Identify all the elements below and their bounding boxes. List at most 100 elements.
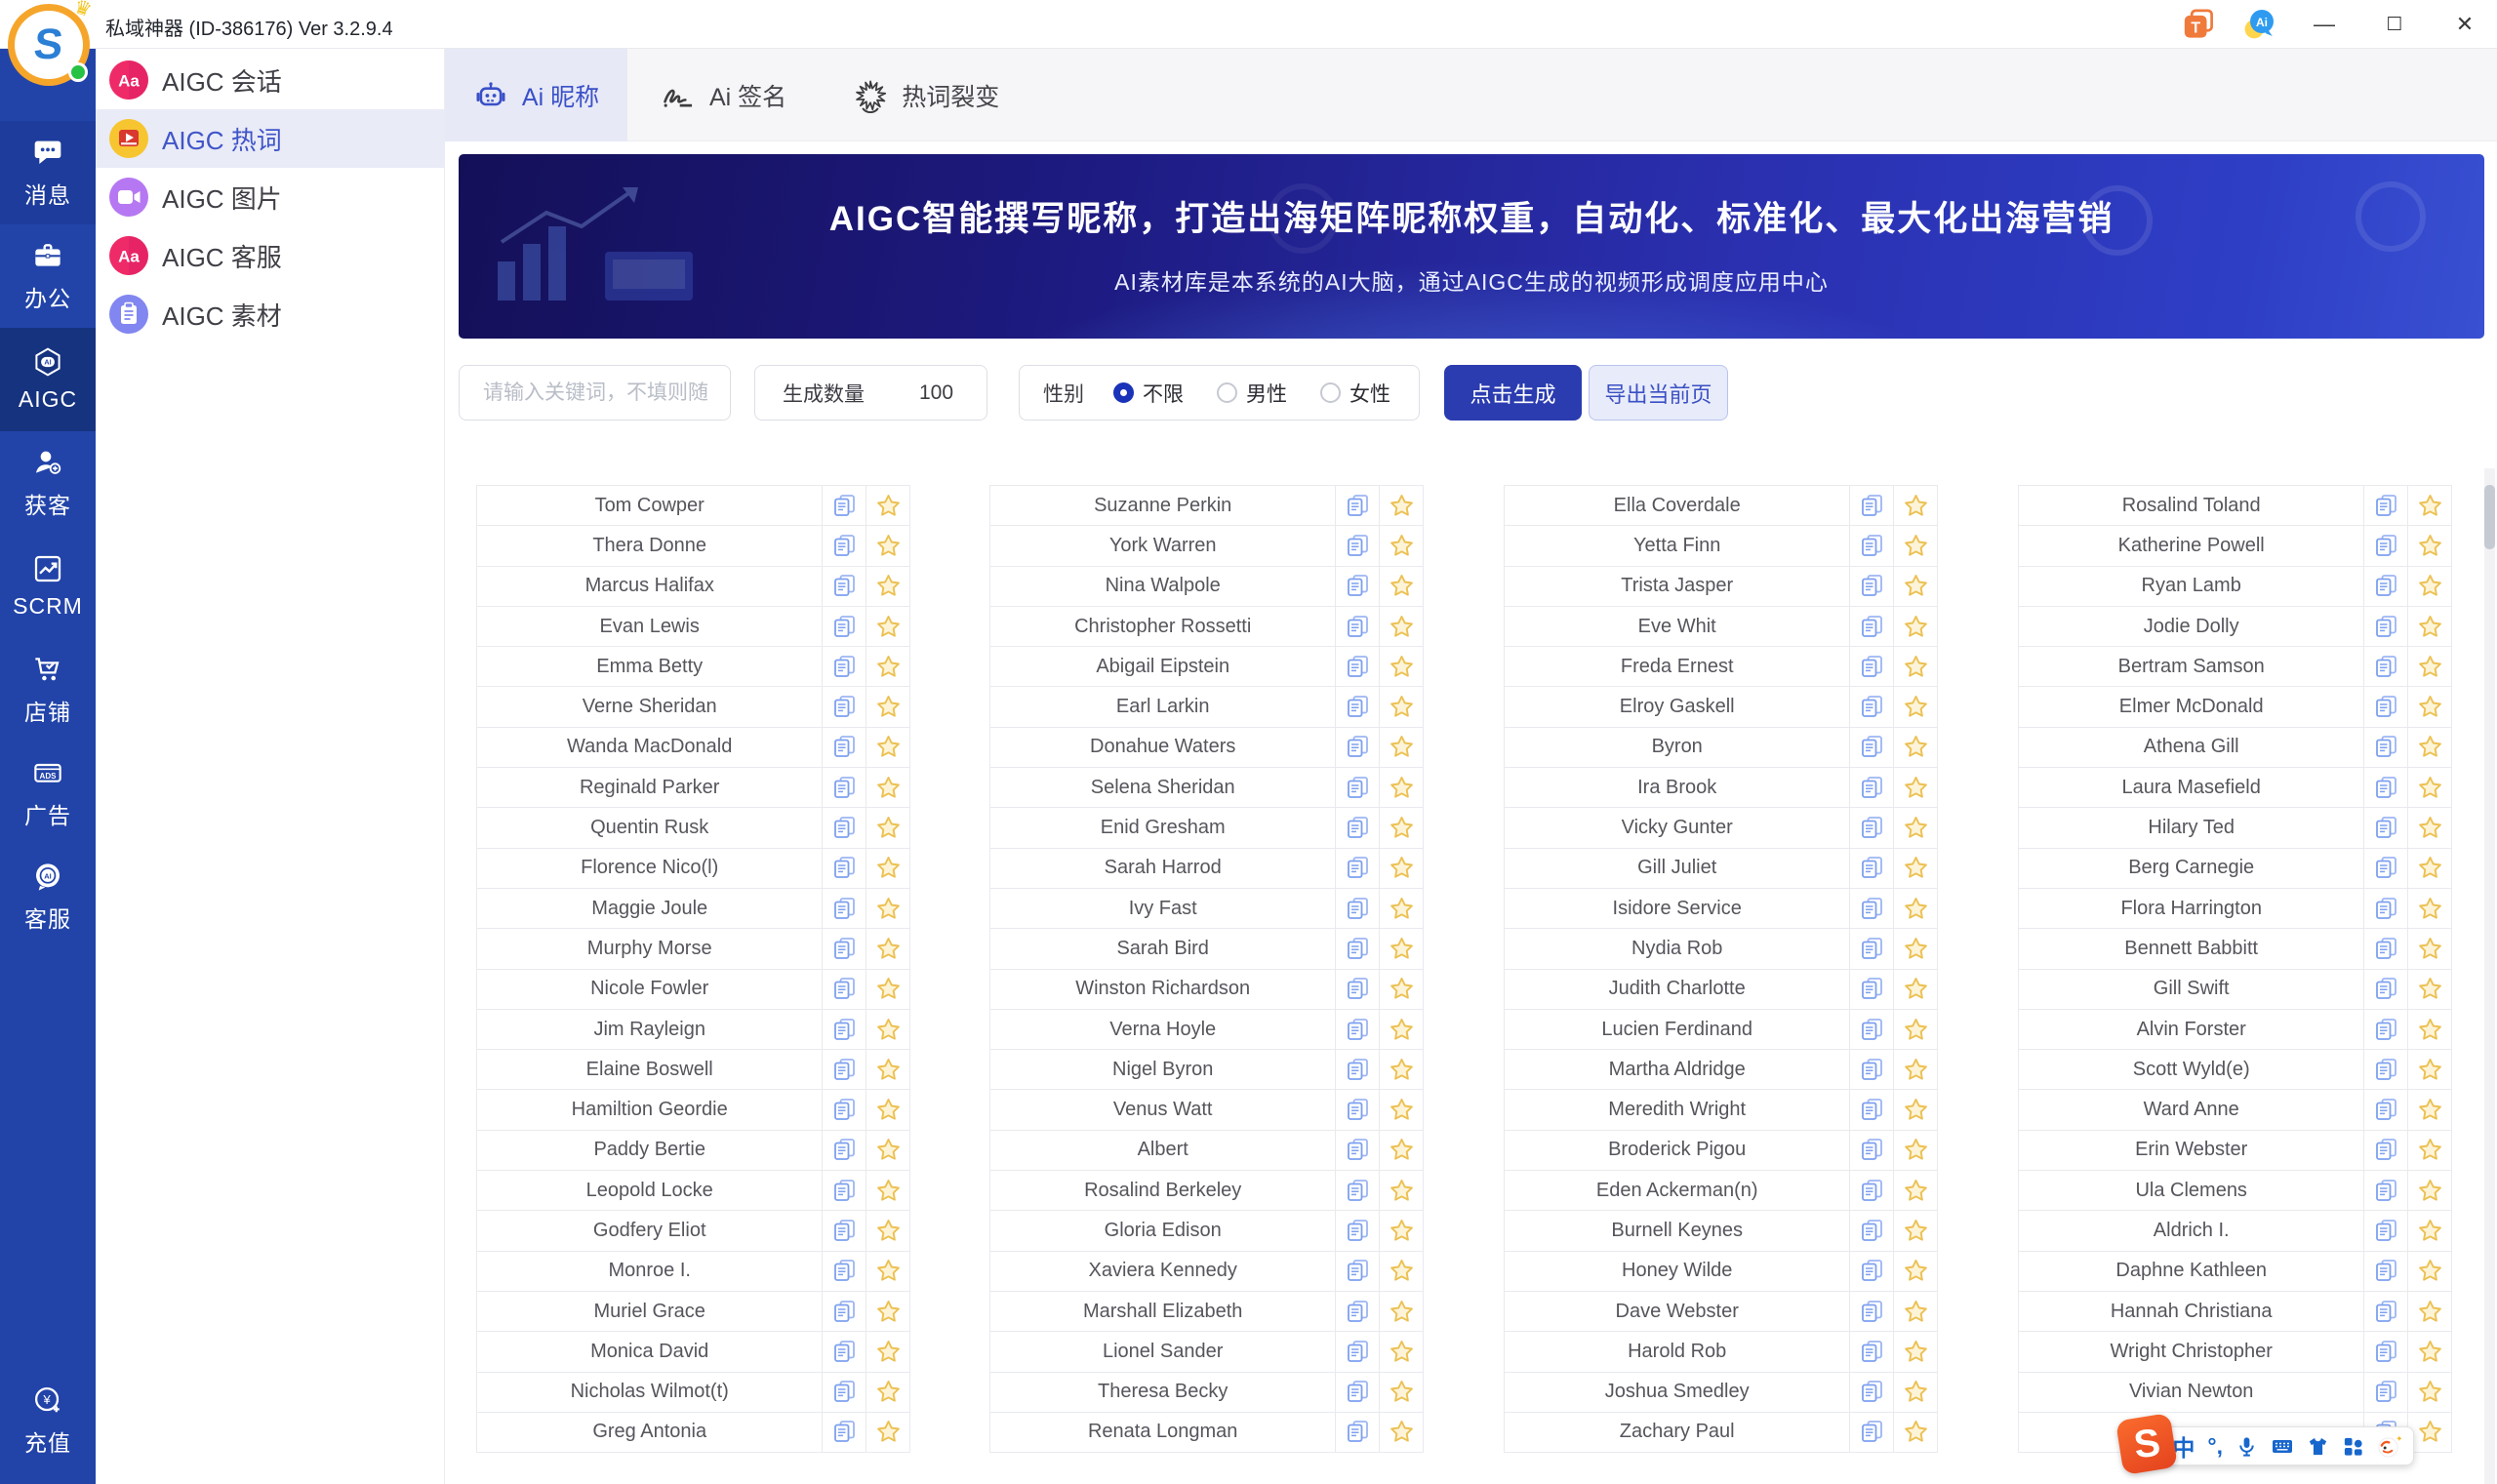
star-icon[interactable] — [1379, 1130, 1423, 1171]
copy-icon[interactable] — [1335, 1171, 1379, 1211]
emoji-icon[interactable]: ✦ — [2377, 1434, 2401, 1459]
copy-icon[interactable] — [822, 929, 866, 969]
copy-icon[interactable] — [1335, 1372, 1379, 1412]
star-icon[interactable] — [1379, 606, 1423, 647]
toolbox-icon[interactable] — [2342, 1435, 2364, 1458]
copy-icon[interactable] — [822, 1050, 866, 1090]
star-icon[interactable] — [1379, 687, 1423, 727]
star-icon[interactable] — [2407, 1291, 2451, 1332]
sidebar-item-AIGC 会话[interactable]: Aa AIGC 会话 — [96, 51, 445, 109]
star-icon[interactable] — [866, 486, 909, 526]
star-icon[interactable] — [866, 1130, 909, 1171]
generate-count-field[interactable]: 生成数量 100 — [754, 365, 987, 421]
star-icon[interactable] — [866, 1050, 909, 1090]
copy-icon[interactable] — [822, 1372, 866, 1412]
copy-icon[interactable] — [822, 1171, 866, 1211]
star-icon[interactable] — [2407, 1090, 2451, 1130]
tab-Ai 昵称[interactable]: Ai 昵称 — [445, 49, 627, 141]
star-icon[interactable] — [2407, 1332, 2451, 1372]
star-icon[interactable] — [2407, 486, 2451, 526]
copy-icon[interactable] — [822, 969, 866, 1009]
star-icon[interactable] — [1893, 1412, 1937, 1453]
star-icon[interactable] — [1379, 929, 1423, 969]
copy-icon[interactable] — [1849, 1171, 1893, 1211]
copy-icon[interactable] — [1335, 606, 1379, 647]
rail-item-消息[interactable]: 消息 — [0, 121, 96, 224]
copy-icon[interactable] — [2363, 768, 2407, 808]
gender-radio-不限[interactable]: 不限 — [1113, 379, 1184, 408]
star-icon[interactable] — [1379, 526, 1423, 566]
copy-icon[interactable] — [1335, 727, 1379, 768]
ime-logo[interactable]: S — [2114, 1412, 2179, 1476]
copy-icon[interactable] — [1849, 727, 1893, 768]
star-icon[interactable] — [2407, 1372, 2451, 1412]
copy-icon[interactable] — [822, 486, 866, 526]
star-icon[interactable] — [2407, 1171, 2451, 1211]
copy-icon[interactable] — [1335, 768, 1379, 808]
copy-icon[interactable] — [822, 1211, 866, 1251]
punctuation-icon[interactable]: °, — [2207, 1433, 2223, 1460]
copy-icon[interactable] — [1849, 1090, 1893, 1130]
star-icon[interactable] — [2407, 526, 2451, 566]
rail-item-获客[interactable]: 获客 — [0, 431, 96, 535]
star-icon[interactable] — [1379, 1171, 1423, 1211]
star-icon[interactable] — [866, 808, 909, 848]
star-icon[interactable] — [1893, 687, 1937, 727]
star-icon[interactable] — [1893, 1171, 1937, 1211]
star-icon[interactable] — [1379, 1090, 1423, 1130]
star-icon[interactable] — [2407, 1130, 2451, 1171]
minimize-button[interactable]: — — [2302, 0, 2347, 49]
rail-item-充值[interactable]: ¥ 充值 — [0, 1369, 96, 1472]
star-icon[interactable] — [2407, 1211, 2451, 1251]
copy-icon[interactable] — [1335, 848, 1379, 888]
copy-icon[interactable] — [1335, 486, 1379, 526]
star-icon[interactable] — [1893, 526, 1937, 566]
copy-icon[interactable] — [1335, 566, 1379, 606]
close-button[interactable]: ✕ — [2442, 0, 2487, 49]
copy-icon[interactable] — [822, 727, 866, 768]
copy-icon[interactable] — [1849, 486, 1893, 526]
star-icon[interactable] — [1893, 929, 1937, 969]
star-icon[interactable] — [2407, 1251, 2451, 1291]
star-icon[interactable] — [1379, 768, 1423, 808]
copy-icon[interactable] — [822, 647, 866, 687]
star-icon[interactable] — [2407, 929, 2451, 969]
star-icon[interactable] — [866, 888, 909, 929]
star-icon[interactable] — [866, 929, 909, 969]
copy-icon[interactable] — [1849, 566, 1893, 606]
keyword-input[interactable] — [483, 381, 707, 405]
copy-icon[interactable] — [822, 888, 866, 929]
scrollbar-thumb[interactable] — [2484, 485, 2495, 549]
copy-icon[interactable] — [2363, 1372, 2407, 1412]
copy-icon[interactable] — [1335, 929, 1379, 969]
copy-icon[interactable] — [2363, 566, 2407, 606]
copy-icon[interactable] — [1849, 1009, 1893, 1050]
rail-item-客服[interactable]: AI 客服 — [0, 845, 96, 948]
sidebar-item-AIGC 热词[interactable]: AIGC 热词 — [96, 109, 445, 168]
copy-icon[interactable] — [822, 566, 866, 606]
star-icon[interactable] — [2407, 808, 2451, 848]
skin-icon[interactable] — [2307, 1435, 2329, 1458]
star-icon[interactable] — [1893, 1090, 1937, 1130]
copy-icon[interactable] — [2363, 687, 2407, 727]
gender-radio-女性[interactable]: 女性 — [1320, 379, 1390, 408]
star-icon[interactable] — [1893, 1050, 1937, 1090]
copy-icon[interactable] — [2363, 486, 2407, 526]
copy-icon[interactable] — [2363, 1251, 2407, 1291]
copy-icon[interactable] — [1335, 1009, 1379, 1050]
star-icon[interactable] — [1379, 1009, 1423, 1050]
star-icon[interactable] — [866, 1090, 909, 1130]
star-icon[interactable] — [2407, 848, 2451, 888]
star-icon[interactable] — [866, 1332, 909, 1372]
star-icon[interactable] — [1379, 1050, 1423, 1090]
star-icon[interactable] — [1893, 486, 1937, 526]
copy-icon[interactable] — [1335, 1050, 1379, 1090]
copy-icon[interactable] — [1335, 1291, 1379, 1332]
maximize-button[interactable]: ☐ — [2372, 0, 2417, 49]
copy-icon[interactable] — [1849, 929, 1893, 969]
star-icon[interactable] — [1893, 1372, 1937, 1412]
copy-icon[interactable] — [2363, 727, 2407, 768]
copy-icon[interactable] — [1335, 526, 1379, 566]
star-icon[interactable] — [1379, 566, 1423, 606]
star-icon[interactable] — [866, 1211, 909, 1251]
